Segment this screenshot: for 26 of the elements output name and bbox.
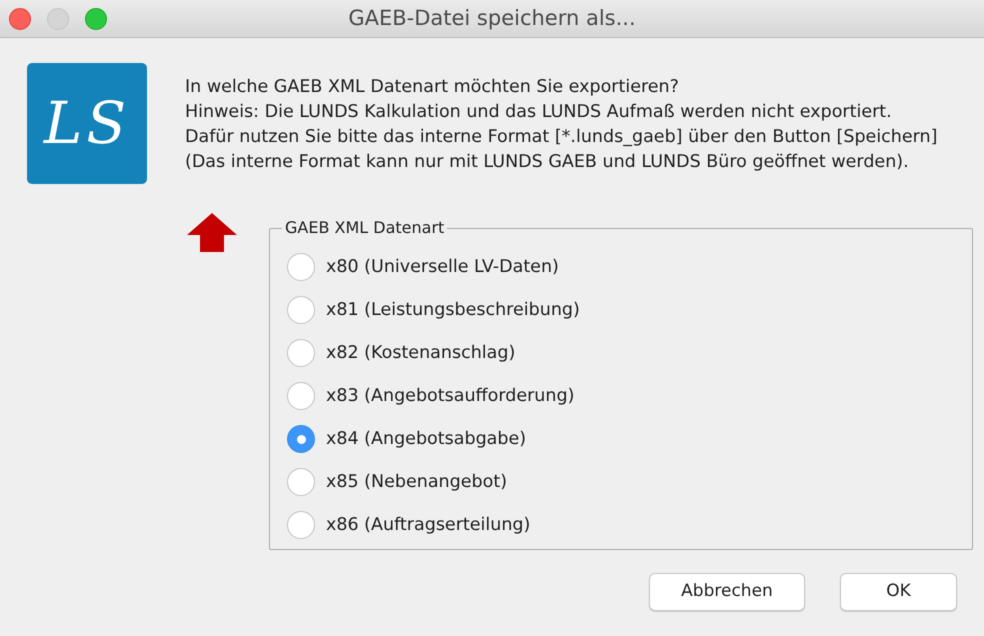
ok-button[interactable]: OK: [840, 573, 957, 611]
radio-button[interactable]: [287, 253, 315, 281]
app-logo: LS: [27, 63, 147, 184]
radio-label[interactable]: x82 (Kostenanschlag): [326, 340, 516, 366]
radio-button[interactable]: [287, 468, 315, 496]
radio-button[interactable]: [287, 511, 315, 539]
radio-label[interactable]: x83 (Angebotsaufforderung): [326, 382, 574, 410]
close-button[interactable]: [9, 8, 31, 30]
message-text: In welche GAEB XML Datenart möchten Sie exportieren?: [185, 76, 680, 99]
radio-label[interactable]: x85 (Nebenangebot): [326, 468, 508, 496]
radio-button[interactable]: [287, 339, 315, 367]
message-text: Dafür nutzen Sie bitte das interne Format [*.lunds_gaeb] über den Button [Speichern]: [185, 126, 938, 149]
radio-label[interactable]: x84 (Angebotsabgabe): [326, 426, 526, 452]
up-arrow-icon: [187, 213, 237, 252]
radio-label[interactable]: x81 (Leistungsbeschreibung): [326, 296, 580, 324]
zoom-button[interactable]: [85, 8, 107, 30]
radio-label[interactable]: x86 (Auftragserteilung): [326, 512, 530, 538]
radio-button[interactable]: [287, 296, 315, 324]
radio-button[interactable]: [287, 382, 315, 410]
message-text: Hinweis: Die LUNDS Kalkulation und das LUNDS Aufmaß werden nicht exportiert.: [185, 101, 893, 124]
window-title: GAEB-Datei speichern als...: [348, 4, 636, 32]
radio-button[interactable]: [287, 425, 315, 453]
cancel-button[interactable]: Abbrechen: [649, 573, 805, 611]
message-text: (Das interne Format kann nur mit LUNDS GAEB und LUNDS Büro geöffnet werden).: [185, 151, 910, 174]
radio-label[interactable]: x80 (Universelle LV-Daten): [326, 254, 559, 280]
group-legend: GAEB XML Datenart: [282, 216, 448, 240]
